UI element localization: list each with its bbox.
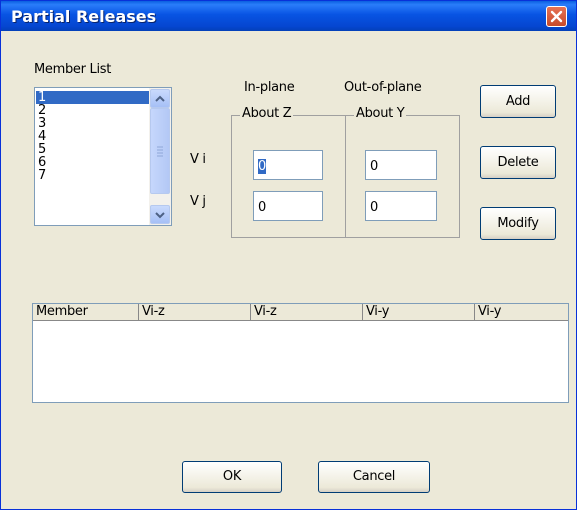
- vi-label: V i: [190, 152, 206, 167]
- list-item[interactable]: 1: [36, 91, 153, 104]
- close-button[interactable]: [546, 6, 567, 27]
- modify-button[interactable]: Modify: [480, 207, 556, 240]
- vi-about-z-value: 0: [258, 159, 267, 174]
- vj-about-y-input[interactable]: 0: [365, 191, 437, 221]
- grip-icon: [157, 146, 163, 157]
- chevron-up-icon: [155, 95, 165, 102]
- chevron-down-icon: [155, 212, 165, 219]
- list-item[interactable]: 6: [36, 156, 153, 169]
- member-list-label: Member List: [34, 62, 112, 77]
- vi-about-y-value: 0: [370, 159, 379, 174]
- vj-about-y-value: 0: [370, 200, 379, 215]
- delete-button[interactable]: Delete: [480, 146, 556, 179]
- column-header-vi-y-1[interactable]: Vi-y: [363, 304, 475, 320]
- vj-about-z-input[interactable]: 0: [253, 191, 323, 221]
- close-icon: [550, 10, 563, 23]
- column-header-vi-y-2[interactable]: Vi-y: [475, 304, 568, 320]
- in-plane-label: In-plane: [244, 80, 295, 95]
- member-listbox[interactable]: 1 2 3 4 5 6 7: [34, 87, 172, 226]
- column-header-member[interactable]: Member: [33, 304, 139, 320]
- ok-button[interactable]: OK: [182, 461, 282, 493]
- vj-about-z-value: 0: [258, 200, 267, 215]
- about-y-label: About Y: [354, 106, 407, 121]
- vj-label: V j: [190, 194, 206, 209]
- title-bar[interactable]: Partial Releases: [1, 1, 576, 31]
- column-header-vi-z-1[interactable]: Vi-z: [139, 304, 251, 320]
- scroll-up-button[interactable]: [150, 89, 170, 108]
- vi-about-y-input[interactable]: 0: [365, 150, 437, 180]
- list-item[interactable]: 5: [36, 143, 153, 156]
- window-title: Partial Releases: [11, 7, 157, 26]
- add-button[interactable]: Add: [480, 85, 556, 118]
- list-item[interactable]: 7: [36, 169, 153, 182]
- table-header: Member Vi-z Vi-z Vi-y Vi-y: [33, 304, 568, 321]
- member-list-scrollbar[interactable]: [149, 88, 171, 225]
- about-z-label: About Z: [240, 106, 294, 121]
- scroll-thumb[interactable]: [150, 108, 170, 194]
- cancel-button[interactable]: Cancel: [318, 461, 430, 493]
- list-item[interactable]: 2: [36, 104, 153, 117]
- out-of-plane-label: Out-of-plane: [344, 80, 422, 95]
- partial-releases-dialog: Partial Releases Member List 1 2 3 4 5 6…: [0, 0, 577, 510]
- column-header-vi-z-2[interactable]: Vi-z: [251, 304, 363, 320]
- scroll-down-button[interactable]: [150, 205, 170, 224]
- releases-table[interactable]: Member Vi-z Vi-z Vi-y Vi-y: [32, 303, 569, 403]
- vi-about-z-input[interactable]: 0: [253, 150, 323, 180]
- list-item[interactable]: 4: [36, 130, 153, 143]
- list-item[interactable]: 3: [36, 117, 153, 130]
